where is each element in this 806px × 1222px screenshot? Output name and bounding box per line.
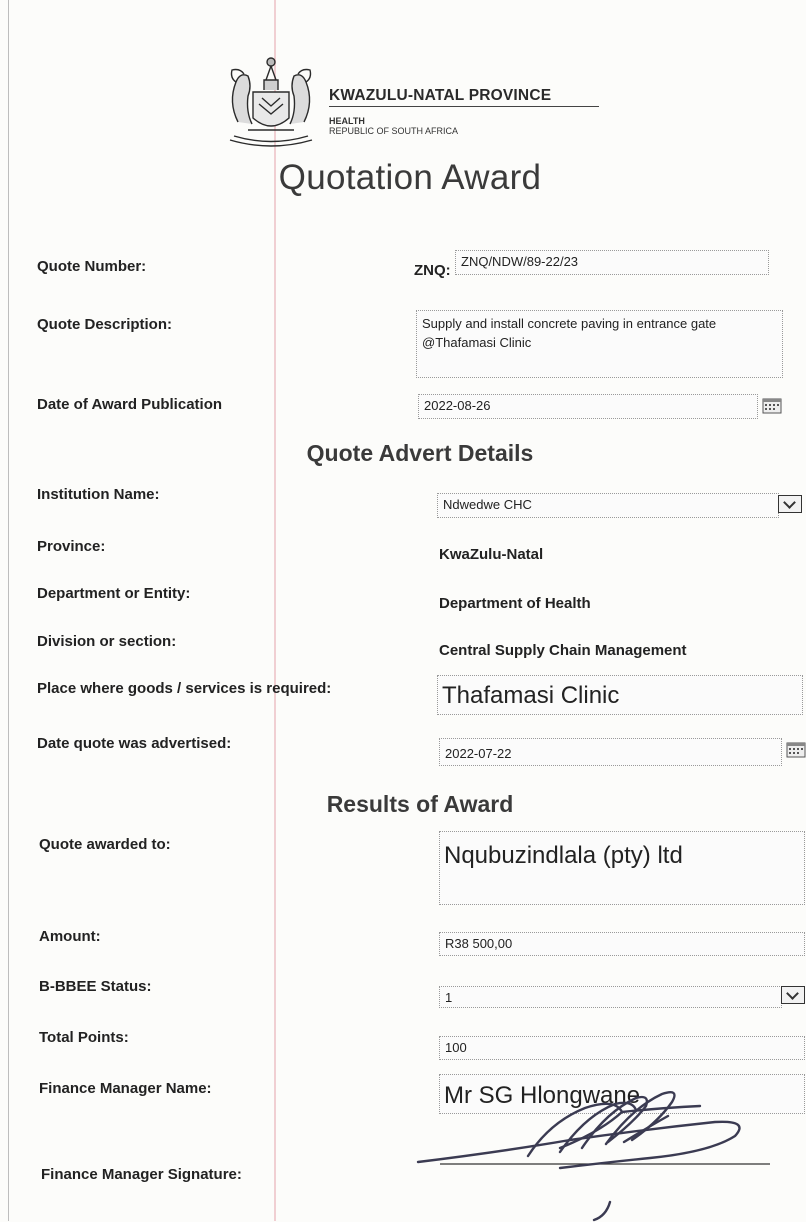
division-label: Division or section: (37, 633, 177, 650)
institution-label: Institution Name: (37, 486, 160, 503)
coat-of-arms-icon (229, 57, 313, 147)
quote-number-field[interactable]: ZNQ/NDW/89-22/23 (455, 250, 769, 275)
quote-number-prefix: ZNQ: (414, 262, 451, 279)
quote-description-label: Quote Description: (37, 316, 173, 333)
division-value: Central Supply Chain Management (439, 642, 687, 659)
calendar-icon[interactable] (786, 741, 806, 758)
advertised-date-label: Date quote was advertised: (37, 735, 232, 752)
department-value: Department of Health (439, 595, 591, 612)
header-rule (329, 106, 599, 107)
quote-number-label: Quote Number: (37, 258, 147, 275)
finance-manager-signature-label: Finance Manager Signature: (41, 1166, 242, 1183)
province-label: Province: (37, 538, 106, 555)
awarded-to-field[interactable]: Nqubuzindlala (pty) ltd (439, 831, 805, 905)
advert-details-heading: Quote Advert Details (306, 440, 534, 466)
place-label: Place where goods / services is required… (37, 680, 332, 697)
bbbee-label: B-BBEE Status: (39, 978, 152, 995)
province-value: KwaZulu-Natal (439, 546, 544, 563)
calendar-icon[interactable] (762, 397, 782, 414)
province-name: KWAZULU-NATAL PROVINCE (329, 87, 552, 104)
total-points-field[interactable]: 100 (439, 1036, 805, 1060)
finance-manager-name-label: Finance Manager Name: (39, 1080, 212, 1097)
total-points-label: Total Points: (39, 1029, 129, 1046)
signature-image (416, 1091, 770, 1222)
department-label: Department or Entity: (37, 585, 191, 602)
page-title: Quotation Award (278, 158, 542, 197)
amount-field[interactable]: R38 500,00 (439, 932, 805, 956)
results-heading: Results of Award (326, 791, 514, 817)
chevron-down-icon[interactable] (778, 495, 802, 513)
awarded-to-label: Quote awarded to: (39, 836, 171, 853)
institution-select[interactable]: Ndwedwe CHC (437, 493, 779, 518)
department-subtitle: HEALTH (329, 116, 365, 126)
quote-description-field[interactable]: Supply and install concrete paving in en… (416, 310, 783, 378)
award-date-label: Date of Award Publication (37, 396, 223, 413)
amount-label: Amount: (39, 928, 101, 945)
award-date-field[interactable]: 2022-08-26 (418, 394, 758, 419)
place-field[interactable]: Thafamasi Clinic (437, 675, 803, 715)
chevron-down-icon[interactable] (781, 986, 805, 1004)
advertised-date-field[interactable]: 2022-07-22 (439, 738, 782, 766)
country-subtitle: REPUBLIC OF SOUTH AFRICA (329, 126, 459, 136)
bbbee-select[interactable]: 1 (439, 986, 782, 1008)
